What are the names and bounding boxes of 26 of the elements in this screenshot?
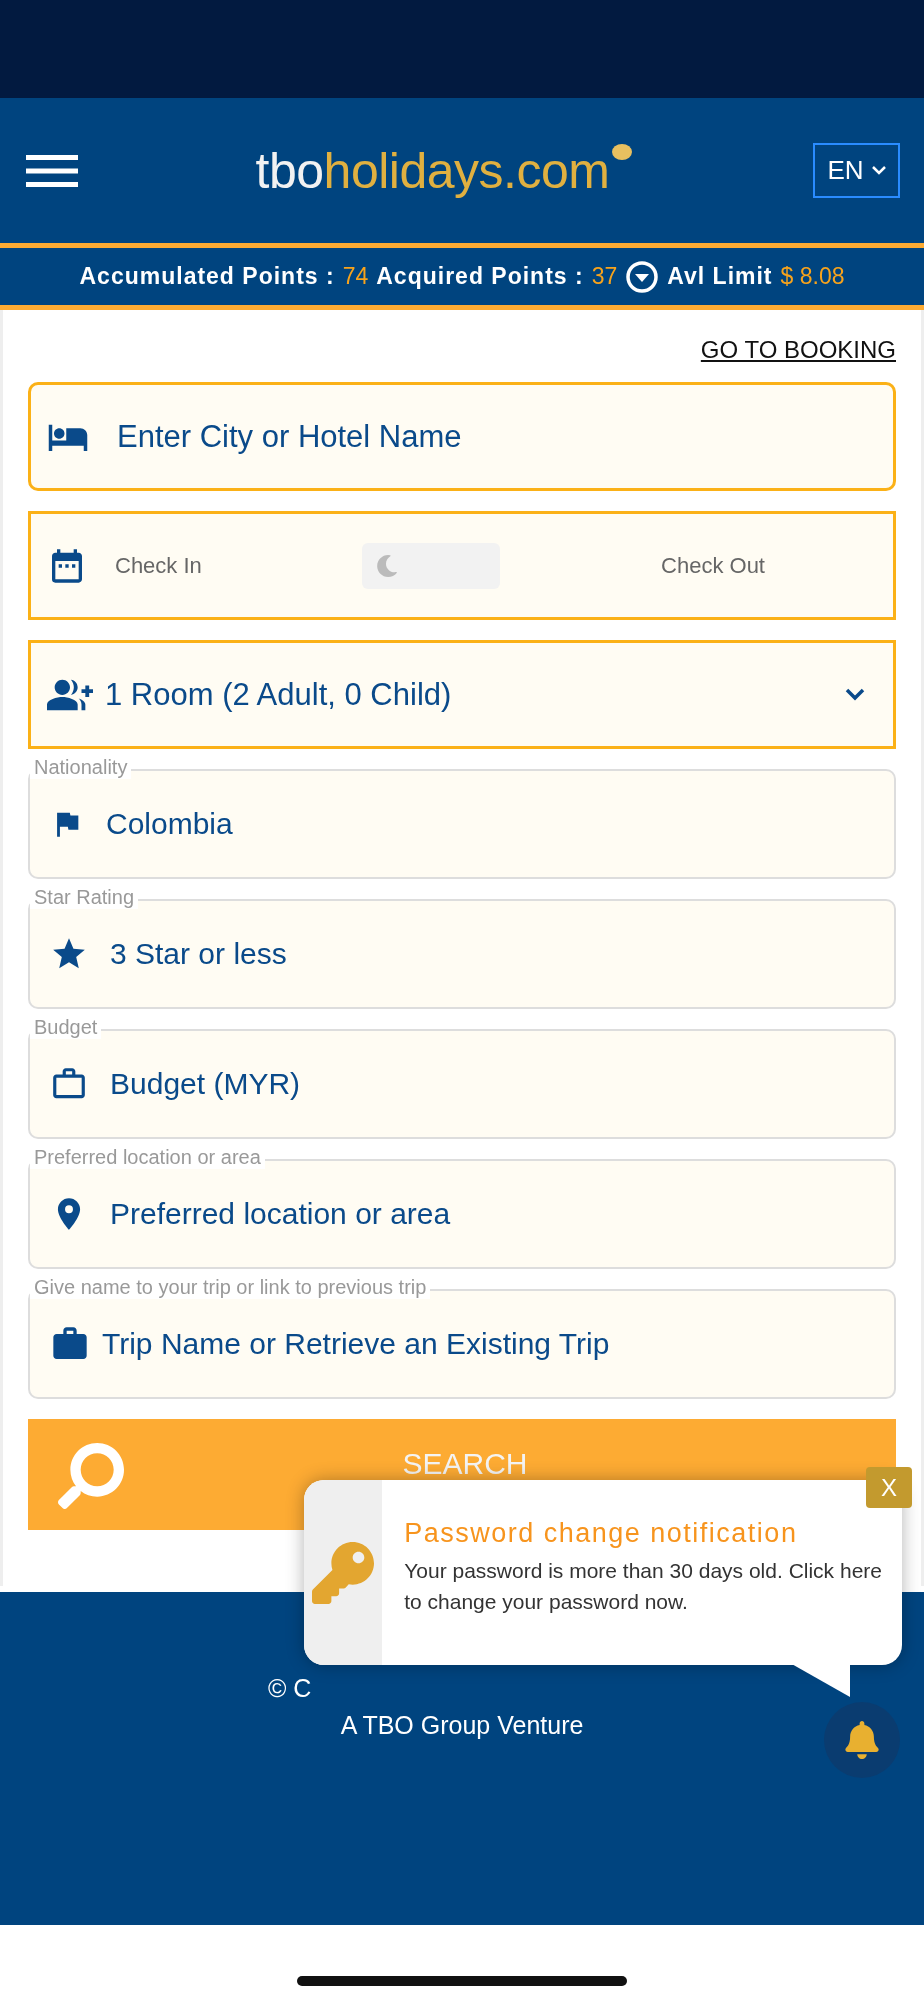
logo[interactable]: tboholidays.com [255, 141, 636, 200]
tagline: A TBO Group Venture [340, 1711, 584, 1740]
notification-message[interactable]: Your password is more than 30 days old. Click here to change your password now. [404, 1555, 896, 1617]
search-icon [58, 1443, 124, 1509]
destination-field[interactable]: Enter City or Hotel Name [28, 382, 896, 491]
chevron-down-icon [871, 166, 886, 175]
chevron-down-icon [845, 688, 865, 701]
go-to-booking-link[interactable]: GO TO BOOKING [700, 336, 896, 364]
limit-value: $ 8.08 [780, 263, 845, 290]
dropdown-circle-icon[interactable] [625, 259, 660, 294]
bell-icon [843, 1721, 881, 1759]
check-out-label: Check Out [661, 552, 765, 579]
limit-label: Avl Limit [667, 263, 773, 290]
popup-pointer [790, 1663, 850, 1697]
moon-icon [376, 554, 399, 577]
key-icon [312, 1541, 375, 1604]
copyright-text: © C [268, 1674, 312, 1703]
rooms-select[interactable]: 1 Room (2 Adult, 0 Child) [28, 640, 896, 749]
points-value: 37 [591, 263, 618, 290]
check-in-label: Check In [115, 552, 202, 579]
language-select[interactable]: EN [813, 143, 900, 198]
points-value: 74 [342, 263, 369, 290]
points-label: Acquired Points : [376, 263, 584, 290]
points-label: Accumulated Points : [79, 263, 335, 290]
menu-icon[interactable] [26, 152, 78, 189]
date-field[interactable]: Check In Check Out [28, 511, 896, 620]
